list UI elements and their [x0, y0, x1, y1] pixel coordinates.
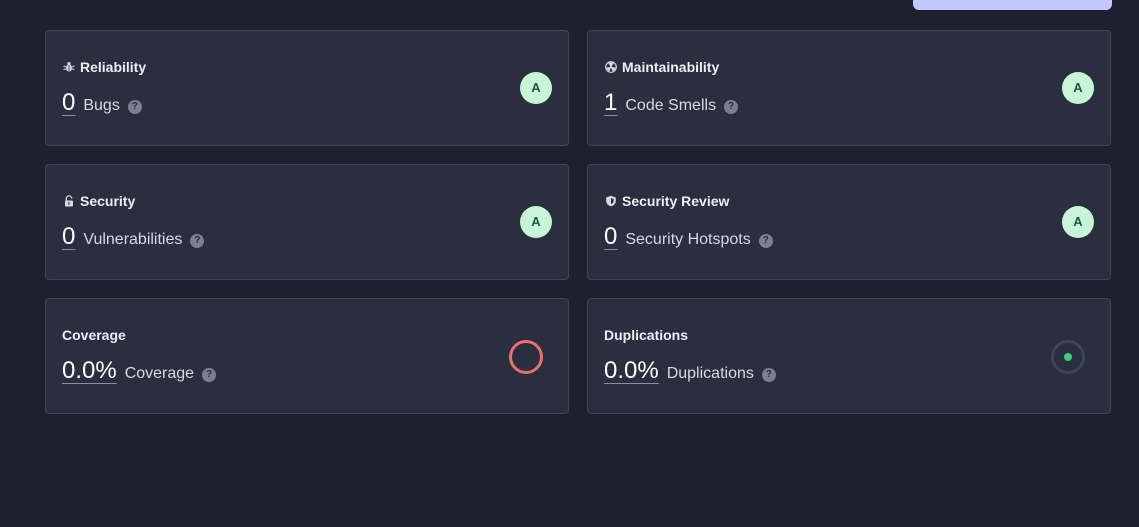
metric-row: 0.0% Duplications ?: [604, 359, 776, 383]
lock-icon: [62, 195, 75, 208]
metric-row: 0.0% Coverage ?: [62, 359, 217, 383]
shield-icon: [604, 195, 617, 208]
metric-row: 0 Vulnerabilities ?: [62, 225, 205, 249]
radiation-icon: [604, 61, 617, 74]
duplications-card: Duplications 0.0% Duplications ?: [587, 298, 1111, 414]
card-title: Security: [80, 193, 136, 209]
card-title-row: Security: [62, 193, 135, 209]
card-title-row: Duplications: [604, 327, 688, 343]
code-smells-count-link[interactable]: 1: [604, 91, 617, 115]
metric-row: 0 Bugs ?: [62, 91, 142, 115]
security-hotspots-label: Security Hotspots: [625, 231, 751, 248]
metric-row: 1 Code Smells ?: [604, 91, 739, 115]
card-title-row: Reliability: [62, 59, 146, 75]
duplications-value-link[interactable]: 0.0%: [604, 359, 659, 383]
help-icon[interactable]: ?: [758, 234, 773, 248]
help-icon[interactable]: ?: [202, 368, 217, 382]
card-title-row: Security Review: [604, 193, 729, 209]
metric-row: 0 Security Hotspots ?: [604, 225, 773, 249]
help-icon[interactable]: ?: [190, 234, 205, 248]
help-icon[interactable]: ?: [127, 100, 142, 114]
card-title: Security Review: [622, 193, 730, 209]
reliability-card: Reliability 0 Bugs ? A: [45, 30, 569, 146]
security-grade-badge: A: [520, 206, 552, 238]
card-title: Maintainability: [622, 59, 720, 75]
duplications-status-dot: [1064, 353, 1072, 361]
card-title-row: Maintainability: [604, 59, 719, 75]
security-hotspots-count-link[interactable]: 0: [604, 225, 617, 249]
bugs-count-link[interactable]: 0: [62, 91, 75, 115]
duplications-label: Duplications: [666, 365, 754, 382]
security-card: Security 0 Vulnerabilities ? A: [45, 164, 569, 280]
coverage-ring-indicator: [509, 340, 543, 374]
duplications-ring-indicator: [1051, 340, 1085, 374]
card-title-row: Coverage: [62, 327, 126, 343]
card-title: Coverage: [62, 327, 126, 343]
vulnerabilities-label: Vulnerabilities: [83, 231, 183, 248]
card-title: Duplications: [604, 327, 689, 343]
maintainability-card: Maintainability 1 Code Smells ? A: [587, 30, 1111, 146]
reliability-grade-badge: A: [520, 72, 552, 104]
help-icon[interactable]: ?: [724, 100, 739, 114]
help-icon[interactable]: ?: [761, 368, 776, 382]
bugs-label: Bugs: [83, 97, 120, 114]
security-review-grade-badge: A: [1062, 206, 1094, 238]
bug-icon: [62, 61, 75, 74]
coverage-label: Coverage: [124, 365, 195, 382]
security-review-card: Security Review 0 Security Hotspots ? A: [587, 164, 1111, 280]
coverage-card: Coverage 0.0% Coverage ?: [45, 298, 569, 414]
vulnerabilities-count-link[interactable]: 0: [62, 225, 75, 249]
coverage-value-link[interactable]: 0.0%: [62, 359, 117, 383]
card-title: Reliability: [80, 59, 147, 75]
code-smells-label: Code Smells: [625, 97, 717, 114]
maintainability-grade-badge: A: [1062, 72, 1094, 104]
top-action-button[interactable]: [913, 0, 1112, 10]
